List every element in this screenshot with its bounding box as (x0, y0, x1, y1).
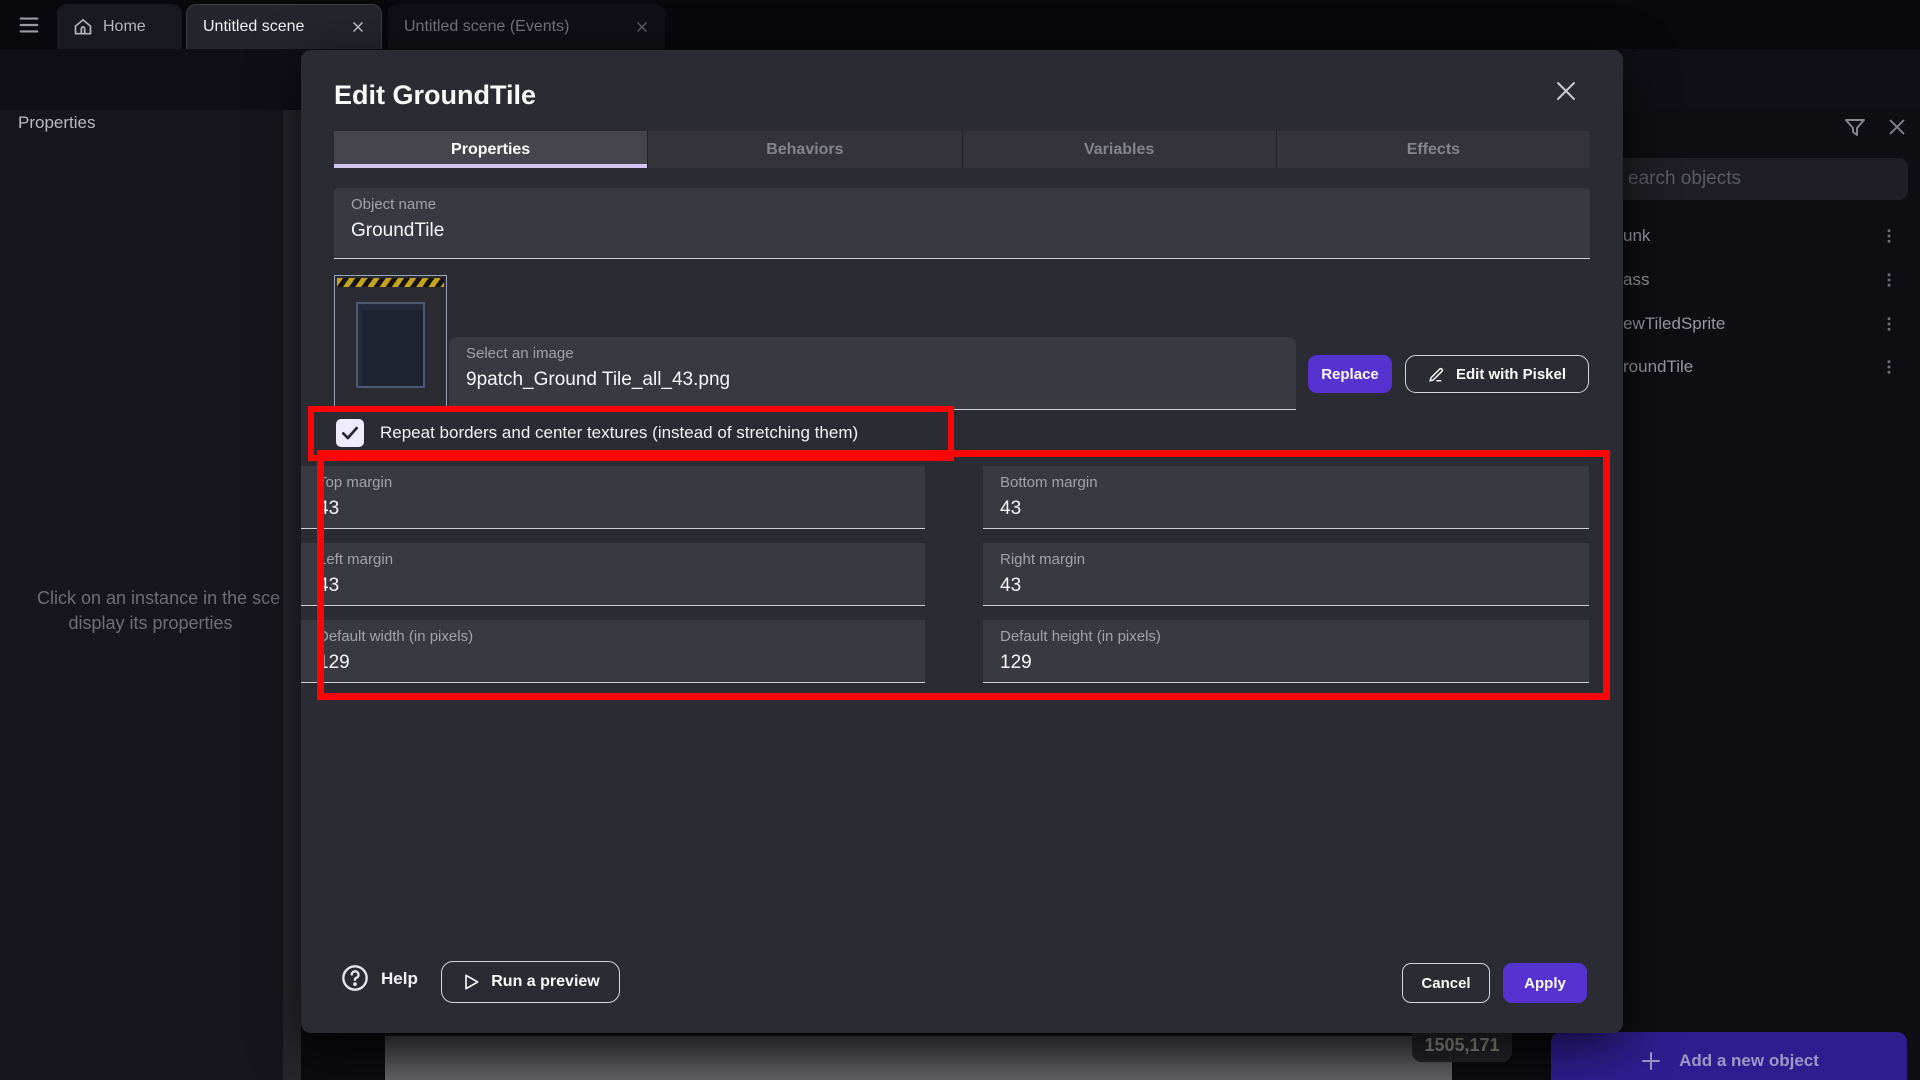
tile-center (356, 302, 425, 388)
apply-button[interactable]: Apply (1503, 963, 1587, 1003)
tab-effects[interactable]: Effects (1277, 131, 1590, 168)
tab-home-label: Home (103, 18, 146, 36)
add-new-object-label: Add a new object (1679, 1051, 1819, 1071)
object-name-field[interactable]: Object name GroundTile (334, 188, 1590, 259)
close-tab-icon[interactable] (351, 20, 365, 34)
object-name-label: Object name (351, 196, 1590, 213)
tab-events-label: Untitled scene (Events) (404, 18, 569, 36)
scene-canvas-bottom (385, 1036, 1452, 1080)
top-tab-bar: Home Untitled scene Untitled scene (Even… (0, 0, 1920, 49)
item-menu-icon[interactable] (1880, 271, 1898, 289)
tab-untitled-scene[interactable]: Untitled scene (186, 4, 382, 49)
item-menu-icon[interactable] (1880, 227, 1898, 245)
edit-with-piskel-label: Edit with Piskel (1456, 366, 1566, 383)
object-name-value: GroundTile (351, 220, 1590, 242)
object-list-item[interactable]: ass (1600, 260, 1908, 300)
edit-with-piskel-button[interactable]: Edit with Piskel (1405, 355, 1589, 393)
help-button[interactable]: Help (381, 969, 418, 989)
pencil-icon (1428, 365, 1446, 383)
tab-untitled-scene-events[interactable]: Untitled scene (Events) (388, 4, 665, 49)
tab-behaviors[interactable]: Behaviors (648, 131, 962, 168)
properties-panel-title: Properties (18, 113, 95, 133)
play-icon (461, 972, 481, 992)
select-image-field[interactable]: Select an image 9patch_Ground Tile_all_4… (449, 337, 1296, 410)
search-objects-input[interactable]: earch objects (1600, 158, 1908, 200)
properties-empty-hint-line2: display its properties (0, 613, 301, 634)
close-tab-icon[interactable] (635, 20, 649, 34)
filter-icon[interactable] (1843, 116, 1867, 140)
item-menu-icon[interactable] (1880, 315, 1898, 333)
tab-home[interactable]: Home (57, 4, 182, 49)
add-new-object-button[interactable]: Add a new object (1551, 1032, 1907, 1080)
close-dialog-icon[interactable] (1554, 79, 1578, 103)
home-icon (73, 17, 93, 37)
cancel-button[interactable]: Cancel (1402, 963, 1490, 1003)
dialog-title: Edit GroundTile (334, 80, 536, 111)
item-menu-icon[interactable] (1880, 358, 1898, 376)
annotation-rect-margins (317, 450, 1610, 700)
run-preview-button[interactable]: Run a preview (441, 961, 620, 1003)
tab-variables[interactable]: Variables (963, 131, 1277, 168)
search-placeholder: earch objects (1628, 168, 1741, 190)
object-list-item[interactable]: ewTiledSprite (1600, 304, 1908, 344)
cursor-coordinates: 1505,171 (1424, 1036, 1499, 1062)
replace-button[interactable]: Replace (1308, 355, 1392, 393)
main-menu-icon[interactable] (14, 14, 44, 36)
plus-icon (1639, 1049, 1663, 1073)
close-panel-icon[interactable] (1886, 116, 1908, 138)
app-window: Home Untitled scene Untitled scene (Even… (0, 0, 1920, 1080)
run-preview-label: Run a preview (491, 973, 599, 991)
select-image-label: Select an image (466, 345, 1296, 362)
hazard-stripe (337, 278, 444, 287)
object-list-item[interactable]: unk (1600, 216, 1908, 256)
select-image-value: 9patch_Ground Tile_all_43.png (466, 369, 1296, 391)
tab-properties[interactable]: Properties (334, 131, 648, 168)
tile-image-thumbnail[interactable] (334, 275, 447, 408)
help-icon[interactable] (341, 964, 369, 992)
tab-scene-label: Untitled scene (203, 18, 304, 36)
object-list-item[interactable]: roundTile (1600, 347, 1908, 387)
dialog-tabs: Properties Behaviors Variables Effects (334, 131, 1590, 168)
